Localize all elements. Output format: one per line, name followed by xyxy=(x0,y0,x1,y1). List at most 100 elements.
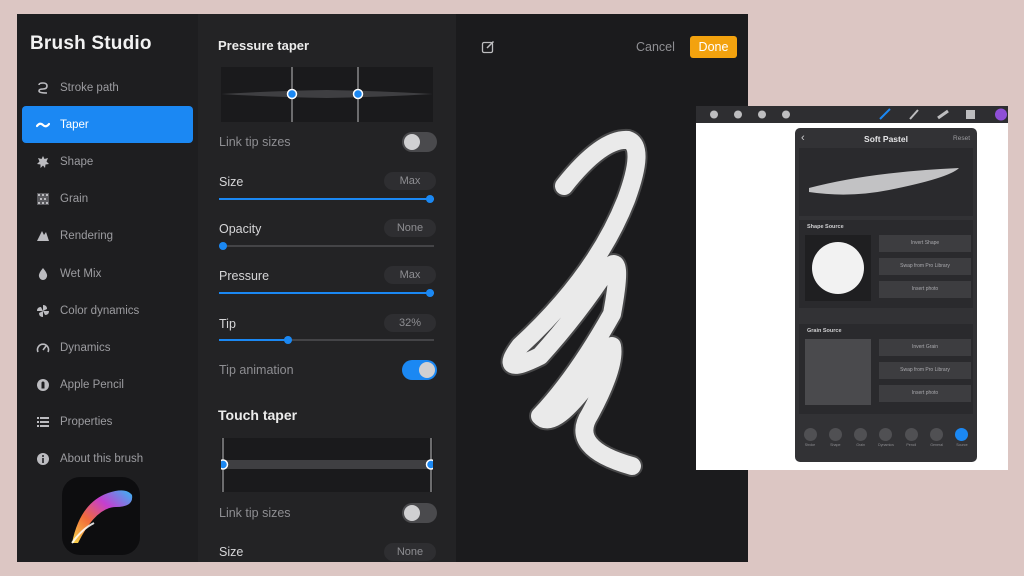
invert-shape-button[interactable]: Invert Shape xyxy=(879,235,971,252)
sidebar-item-label: Shape xyxy=(60,155,94,168)
toggle-thumb xyxy=(404,134,420,150)
sidebar-item-about[interactable]: About this brush xyxy=(22,441,193,478)
opacity-label: Opacity xyxy=(219,222,262,236)
sidebar-item-shape[interactable]: Shape xyxy=(22,143,193,180)
opacity-value[interactable]: None xyxy=(384,219,436,237)
size-value[interactable]: Max xyxy=(384,172,436,190)
opacity-slider[interactable] xyxy=(219,242,434,250)
pressure-taper-title: Pressure taper xyxy=(218,38,310,53)
sidebar-item-label: Rendering xyxy=(60,230,114,243)
brush-source-panel: ‹ Soft Pastel Reset Shape Source Invert … xyxy=(795,128,977,462)
sidebar-item-label: Dynamics xyxy=(60,341,111,354)
toggle-thumb xyxy=(404,505,420,521)
slider-knob[interactable] xyxy=(426,195,434,203)
tip-animation-label: Tip animation xyxy=(219,363,294,377)
studio-title: Brush Studio xyxy=(30,33,152,54)
swap-shape-button[interactable]: Swap from Pro Library xyxy=(879,258,971,275)
touch-size-label: Size xyxy=(219,545,244,559)
shape-source-label: Shape Source xyxy=(807,224,844,230)
sidebar-item-label: Grain xyxy=(60,193,89,206)
dynamics-icon xyxy=(32,341,54,355)
taper-icon xyxy=(32,118,54,132)
tab-dynamics[interactable]: Dynamics xyxy=(875,428,897,447)
pressure-label: Pressure xyxy=(219,269,270,283)
slider-knob[interactable] xyxy=(426,289,434,297)
pressure-slider[interactable] xyxy=(219,289,434,297)
grain-source-label: Grain Source xyxy=(807,328,842,334)
shape-thumbnail[interactable] xyxy=(805,235,871,301)
link-tip-sizes-toggle[interactable] xyxy=(402,132,437,152)
invert-grain-button[interactable]: Invert Grain xyxy=(879,339,971,356)
brush-name: Soft Pastel xyxy=(864,134,908,144)
tab-source[interactable]: Source xyxy=(951,428,973,447)
sidebar-item-label: Color dynamics xyxy=(60,304,140,317)
rendering-icon xyxy=(32,229,54,243)
sidebar-item-label: Stroke path xyxy=(60,81,119,94)
tab-general[interactable]: General xyxy=(926,428,948,447)
swap-grain-button[interactable]: Swap from Pro Library xyxy=(879,362,971,379)
sidebar-item-taper[interactable]: Taper xyxy=(22,106,193,144)
sidebar-item-rendering[interactable]: Rendering xyxy=(22,218,193,255)
sidebar-item-label: Wet Mix xyxy=(60,267,102,280)
apple-pencil-icon xyxy=(32,378,54,392)
sidebar-nav: Stroke path Taper Shape Grain Rendering … xyxy=(22,69,193,478)
touch-link-tip-sizes-label: Link tip sizes xyxy=(219,506,291,520)
tip-animation-toggle[interactable] xyxy=(402,360,437,380)
sidebar-item-stroke-path[interactable]: Stroke path xyxy=(22,69,193,106)
slider-knob[interactable] xyxy=(283,336,292,344)
info-icon xyxy=(32,452,54,466)
sidebar-item-color-dynamics[interactable]: Color dynamics xyxy=(22,292,193,329)
touch-taper-title: Touch taper xyxy=(218,407,298,423)
procreate-logo xyxy=(62,477,140,555)
brush-preview-box xyxy=(799,148,973,216)
tab-grain[interactable]: Grain xyxy=(850,428,872,447)
insert-shape-photo-button[interactable]: Insert photo xyxy=(879,281,971,298)
sidebar-item-label: Properties xyxy=(60,416,113,429)
ipad-toolbar xyxy=(696,106,1008,123)
tab-pencil[interactable]: Pencil xyxy=(900,428,922,447)
insert-grain-photo-button[interactable]: Insert photo xyxy=(879,385,971,402)
pressure-taper-end-handle[interactable] xyxy=(352,88,364,100)
toggle-thumb xyxy=(419,362,435,378)
slider-fill xyxy=(219,292,434,294)
sidebar-item-grain[interactable]: Grain xyxy=(22,181,193,218)
tip-slider[interactable] xyxy=(219,336,434,344)
shape-source-box: Shape Source Invert Shape Swap from Pro … xyxy=(799,220,973,308)
tip-label: Tip xyxy=(219,317,236,331)
touch-size-value[interactable]: None xyxy=(384,543,436,561)
size-slider[interactable] xyxy=(219,195,434,203)
tip-value[interactable]: 32% xyxy=(384,314,436,332)
properties-icon xyxy=(32,415,54,429)
pressure-value[interactable]: Max xyxy=(384,266,436,284)
stroke-path-icon xyxy=(32,81,54,95)
touch-taper-graph[interactable] xyxy=(217,438,437,492)
pressure-taper-graph[interactable] xyxy=(221,67,433,122)
brush-source-screenshot: ‹ Soft Pastel Reset Shape Source Invert … xyxy=(696,106,1008,470)
touch-link-tip-sizes-toggle[interactable] xyxy=(402,503,437,523)
grain-icon xyxy=(32,192,54,206)
sidebar-item-label: Apple Pencil xyxy=(60,379,124,392)
tab-shape[interactable]: Shape xyxy=(824,428,846,447)
brush-settings-tabs: Stroke Shape Grain Dynamics Pencil Gener… xyxy=(799,428,973,447)
reset-button[interactable]: Reset xyxy=(953,135,970,142)
pressure-taper-start-handle[interactable] xyxy=(286,88,298,100)
grain-thumbnail[interactable] xyxy=(805,339,871,405)
brush-studio-window: Brush Studio Stroke path Taper Shape Gra… xyxy=(17,14,748,562)
wet-mix-icon xyxy=(32,267,54,281)
sidebar-item-wet-mix[interactable]: Wet Mix xyxy=(22,255,193,292)
slider-fill xyxy=(219,339,288,341)
sidebar: Brush Studio Stroke path Taper Shape Gra… xyxy=(17,14,198,562)
sidebar-item-dynamics[interactable]: Dynamics xyxy=(22,329,193,366)
touch-taper-start-handle[interactable] xyxy=(217,459,229,470)
color-dynamics-icon xyxy=(32,304,54,318)
sidebar-item-properties[interactable]: Properties xyxy=(22,404,193,441)
sidebar-item-label: About this brush xyxy=(60,453,144,466)
link-tip-sizes-label: Link tip sizes xyxy=(219,135,291,149)
touch-taper-end-handle[interactable] xyxy=(425,459,437,470)
sidebar-item-apple-pencil[interactable]: Apple Pencil xyxy=(22,367,193,404)
size-label: Size xyxy=(219,175,244,189)
shape-icon xyxy=(32,155,54,169)
tab-stroke[interactable]: Stroke xyxy=(799,428,821,447)
slider-knob[interactable] xyxy=(219,242,227,250)
sidebar-item-label: Taper xyxy=(60,118,89,131)
